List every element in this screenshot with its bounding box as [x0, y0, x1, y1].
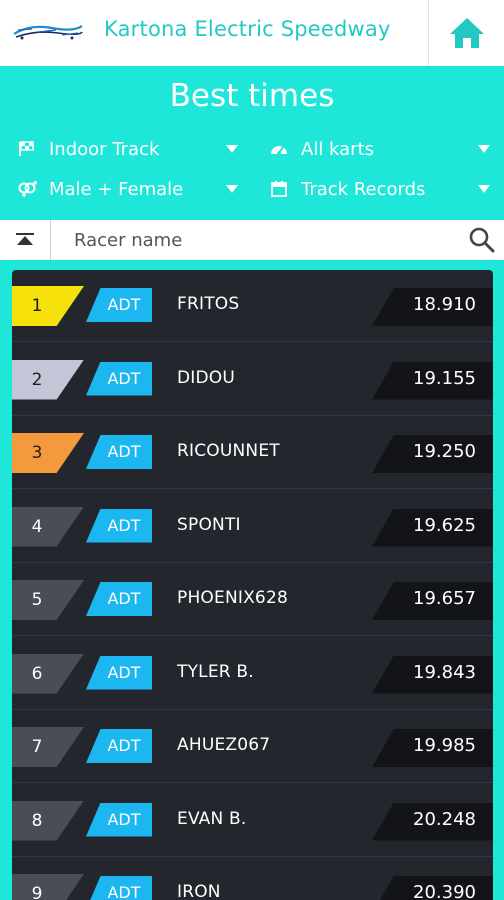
- racer-name: EVAN B.: [177, 808, 247, 829]
- rank-number: 9: [31, 884, 43, 900]
- racer-name: PHOENIX628: [177, 588, 288, 608]
- chevron-down-icon: [226, 185, 238, 193]
- kart-label: ADT: [107, 442, 141, 461]
- racer-name: IRON: [177, 882, 221, 900]
- lap-time: 19.625: [413, 514, 476, 536]
- kart-label: ADT: [107, 515, 141, 535]
- rank-number: 7: [31, 737, 43, 757]
- scroll-to-top-button[interactable]: [0, 220, 50, 260]
- racer-search-input[interactable]: [62, 224, 447, 256]
- search-divider: [50, 220, 51, 260]
- lap-time: 20.390: [413, 882, 476, 900]
- kart-label: ADT: [107, 809, 141, 829]
- kart-label: ADT: [107, 883, 141, 900]
- leaderboard-list[interactable]: 1 ADT FRITOS 18.910 2 ADT DIDOU 19.155 3 ADT RICOU…: [12, 270, 493, 900]
- search-icon[interactable]: [468, 226, 496, 254]
- leaderboard-row[interactable]: 7 ADT AHUEZ067 19.985: [12, 711, 493, 783]
- flag-icon: [16, 139, 38, 159]
- lap-time: 19.250: [413, 441, 476, 462]
- kart-label: ADT: [107, 368, 141, 388]
- gender-filter-label: Male + Female: [49, 178, 184, 200]
- leaderboard-row[interactable]: 6 ADT TYLER B. 19.843: [12, 638, 493, 710]
- kart-label: ADT: [107, 589, 141, 608]
- racer-name: SPONTI: [177, 514, 241, 535]
- rank-number: 4: [31, 516, 43, 537]
- lap-time: 19.843: [413, 661, 476, 683]
- scroll-to-top-icon: [16, 233, 34, 245]
- kart-filter-dropdown[interactable]: All karts: [268, 134, 490, 164]
- racer-name: RICOUNNET: [177, 441, 280, 461]
- kart-filter-label: All karts: [301, 138, 375, 160]
- leaderboard-row[interactable]: 5 ADT PHOENIX628 19.657: [12, 564, 493, 636]
- racer-name: DIDOU: [177, 367, 236, 388]
- kart-label: ADT: [107, 295, 141, 314]
- calendar-icon: [268, 179, 290, 199]
- track-filter-dropdown[interactable]: Indoor Track: [16, 134, 238, 164]
- leaderboard-row[interactable]: 8 ADT EVAN B. 20.248: [12, 785, 493, 857]
- chevron-down-icon: [478, 185, 490, 193]
- kart-label: ADT: [107, 662, 141, 682]
- kart-label: ADT: [107, 736, 141, 755]
- gender-filter-dropdown[interactable]: Male + Female: [16, 174, 238, 204]
- leaderboard-row[interactable]: 1 ADT FRITOS 18.910: [12, 270, 493, 342]
- app-header: Kartona Electric Speedway: [0, 0, 504, 66]
- gender-icon: [16, 179, 38, 199]
- lap-time: 20.248: [413, 808, 476, 830]
- leaderboard-row[interactable]: 9 ADT IRON 20.390: [12, 858, 493, 900]
- search-bar: [0, 220, 504, 260]
- racer-name: AHUEZ067: [177, 735, 271, 755]
- period-filter-dropdown[interactable]: Track Records: [268, 174, 490, 204]
- racer-name: FRITOS: [177, 294, 240, 314]
- speedometer-icon: [268, 139, 290, 159]
- rank-number: 3: [31, 443, 43, 463]
- rank-number: 6: [31, 663, 43, 684]
- racer-name: TYLER B.: [177, 661, 254, 682]
- lap-time: 19.657: [413, 588, 476, 609]
- lap-time: 19.155: [413, 367, 476, 389]
- track-filter-label: Indoor Track: [49, 138, 160, 160]
- lap-time: 18.910: [413, 294, 476, 315]
- chevron-down-icon: [226, 145, 238, 153]
- lap-time: 19.985: [413, 735, 476, 756]
- leaderboard-row[interactable]: 3 ADT RICOUNNET 19.250: [12, 417, 493, 489]
- chevron-down-icon: [478, 145, 490, 153]
- app-title: Kartona Electric Speedway: [104, 17, 391, 41]
- kartona-logo: [13, 25, 83, 40]
- rank-number: 1: [31, 296, 43, 316]
- period-filter-label: Track Records: [301, 178, 426, 200]
- leaderboard-row[interactable]: 2 ADT DIDOU 19.155: [12, 344, 493, 416]
- filter-panel: Best times Indoor Track All karts Male +…: [0, 66, 504, 220]
- rank-number: 5: [31, 590, 43, 610]
- leaderboard-row[interactable]: 4 ADT SPONTI 19.625: [12, 491, 493, 563]
- rank-number: 8: [31, 810, 43, 831]
- home-button[interactable]: [429, 0, 504, 66]
- rank-number: 2: [31, 369, 43, 390]
- page-title: Best times: [169, 78, 335, 114]
- home-icon: [449, 18, 484, 48]
